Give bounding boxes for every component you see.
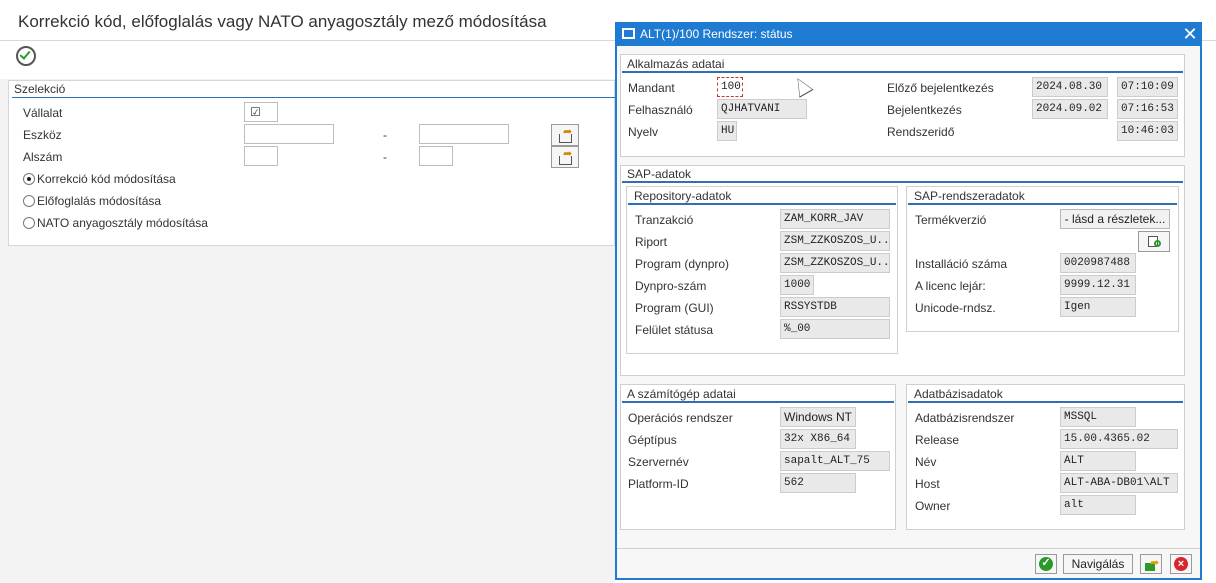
dialog-title: ALT(1)/100 Rendszer: státus [640, 27, 793, 41]
check-icon [1039, 557, 1053, 571]
db-name-field: ALT [1060, 451, 1136, 471]
window-icon [622, 28, 635, 39]
db-release-field: 15.00.4365.02 [1060, 429, 1178, 449]
login-label: Bejelentkezés [887, 103, 962, 117]
db-name-label: Név [915, 455, 937, 469]
confirm-button[interactable] [1035, 554, 1057, 574]
radio-label: NATO anyagosztály módosítása [37, 216, 208, 230]
footer-divider [617, 548, 1200, 549]
server-label: Szervernév [628, 455, 689, 469]
db-owner-field: alt [1060, 495, 1136, 515]
db-data-title: Adatbázisadatok [914, 387, 1003, 401]
eszkoz-label: Eszköz [23, 128, 62, 142]
mandant-label: Mandant [628, 81, 675, 95]
repo-row-label: Program (GUI) [635, 301, 714, 315]
platform-field: 562 [780, 473, 856, 493]
close-icon[interactable]: ✕ [1180, 24, 1200, 44]
repo-row-value: 1000 [780, 275, 814, 295]
group-title-underline [628, 203, 896, 205]
navigate-button[interactable]: Navigálás [1063, 554, 1133, 574]
repo-row-label: Felület státusa [635, 323, 714, 337]
checkbox-icon: ☑ [250, 105, 261, 119]
release-label: Termékverzió [915, 213, 987, 227]
alszam-from-input[interactable] [244, 146, 278, 166]
user-field: QJHATVANI [717, 99, 807, 119]
export-icon[interactable]: ➦ [1140, 554, 1162, 574]
page-title: Korrekció kód, előfoglalás vagy NATO any… [18, 12, 547, 31]
host-data-title: A számítógép adatai [627, 387, 736, 401]
db-host-field: ALT-ABA-DB01\ALT [1060, 473, 1178, 493]
range-dash: - [383, 150, 387, 164]
repo-row-label: Tranzakció [635, 213, 694, 227]
multiple-selection-icon[interactable] [551, 124, 579, 146]
group-title-underline [12, 97, 615, 98]
sap-system-title: SAP-rendszeradatok [914, 189, 1025, 203]
server-field: sapalt_ALT_75 [780, 451, 890, 471]
prev-login-time: 07:10:09 [1117, 77, 1178, 97]
machine-label: Géptípus [628, 433, 677, 447]
os-field: Windows NT [780, 407, 856, 427]
radio-label: Előfoglalás módosítása [37, 194, 162, 208]
user-label: Felhasználó [628, 103, 693, 117]
login-time: 07:16:53 [1117, 99, 1178, 119]
repo-row-label: Riport [635, 235, 668, 249]
repo-row-value: ZAM_KORR_JAV [780, 209, 890, 229]
db-system-label: Adatbázisrendszer [915, 411, 1015, 425]
unicode-field: Igen [1060, 297, 1136, 317]
app-data-title: Alkalmazás adatai [627, 57, 725, 71]
eszkoz-to-input[interactable] [419, 124, 509, 144]
licence-label: A licenc lejár: [915, 279, 986, 293]
lang-label: Nyelv [628, 125, 659, 139]
repo-row-value: %_00 [780, 319, 890, 339]
cancel-icon: × [1174, 557, 1188, 571]
repo-row-label: Program (dynpro) [635, 257, 730, 271]
repo-row-value: RSSYSTDB [780, 297, 890, 317]
repo-row-value: ZSM_ZZKOSZOS_U... [780, 253, 890, 273]
machine-field: 32x X86_64 [780, 429, 856, 449]
alszam-to-input[interactable] [419, 146, 453, 166]
licence-field: 9999.12.31 [1060, 275, 1136, 295]
db-host-label: Host [915, 477, 940, 491]
radio-elofoglalas[interactable] [23, 195, 35, 207]
sap-data-title: SAP-adatok [627, 167, 692, 181]
db-system-field: MSSQL [1060, 407, 1136, 427]
repository-title: Repository-adatok [634, 189, 732, 203]
platform-label: Platform-ID [628, 477, 689, 491]
group-title-underline [622, 401, 894, 403]
radio-nato[interactable] [23, 217, 35, 229]
os-label: Operációs rendszer [628, 411, 733, 425]
group-title-underline [908, 203, 1177, 205]
radio-label: Korrekció kód módosítása [37, 172, 176, 186]
group-title-underline [622, 181, 1183, 183]
selection-group-title: Szelekció [14, 82, 66, 96]
db-owner-label: Owner [915, 499, 951, 513]
db-release-label: Release [915, 433, 960, 447]
prev-login-label: Előző bejelentkezés [887, 81, 994, 95]
mandant-field[interactable]: 100 [717, 77, 743, 97]
repo-row-value: ZSM_ZZKOSZOS_U... [780, 231, 890, 251]
release-details-button[interactable]: - lásd a részletek... [1060, 209, 1170, 229]
vallalat-label: Vállalat [23, 106, 63, 120]
login-date: 2024.09.02 [1032, 99, 1108, 119]
prev-login-date: 2024.08.30 [1032, 77, 1108, 97]
install-field: 0020987488 [1060, 253, 1136, 273]
systime-field: 10:46:03 [1117, 121, 1178, 141]
lang-field: HU [717, 121, 737, 141]
radio-korrekcio[interactable] [23, 173, 35, 185]
cancel-button[interactable]: × [1170, 554, 1192, 574]
range-dash: - [383, 128, 387, 142]
details-icon[interactable] [1138, 231, 1170, 252]
group-title-underline [622, 71, 1183, 73]
execute-icon[interactable] [16, 46, 36, 66]
repo-row-label: Dynpro-szám [635, 279, 707, 293]
group-title-underline [908, 401, 1183, 403]
systime-label: Rendszeridő [887, 125, 955, 139]
alszam-label: Alszám [23, 150, 63, 164]
eszkoz-from-input[interactable] [244, 124, 334, 144]
unicode-label: Unicode-rndsz. [915, 301, 996, 315]
vallalat-field[interactable]: ☑ [244, 102, 278, 122]
install-label: Installáció száma [915, 257, 1008, 271]
multiple-selection-icon[interactable] [551, 146, 579, 168]
